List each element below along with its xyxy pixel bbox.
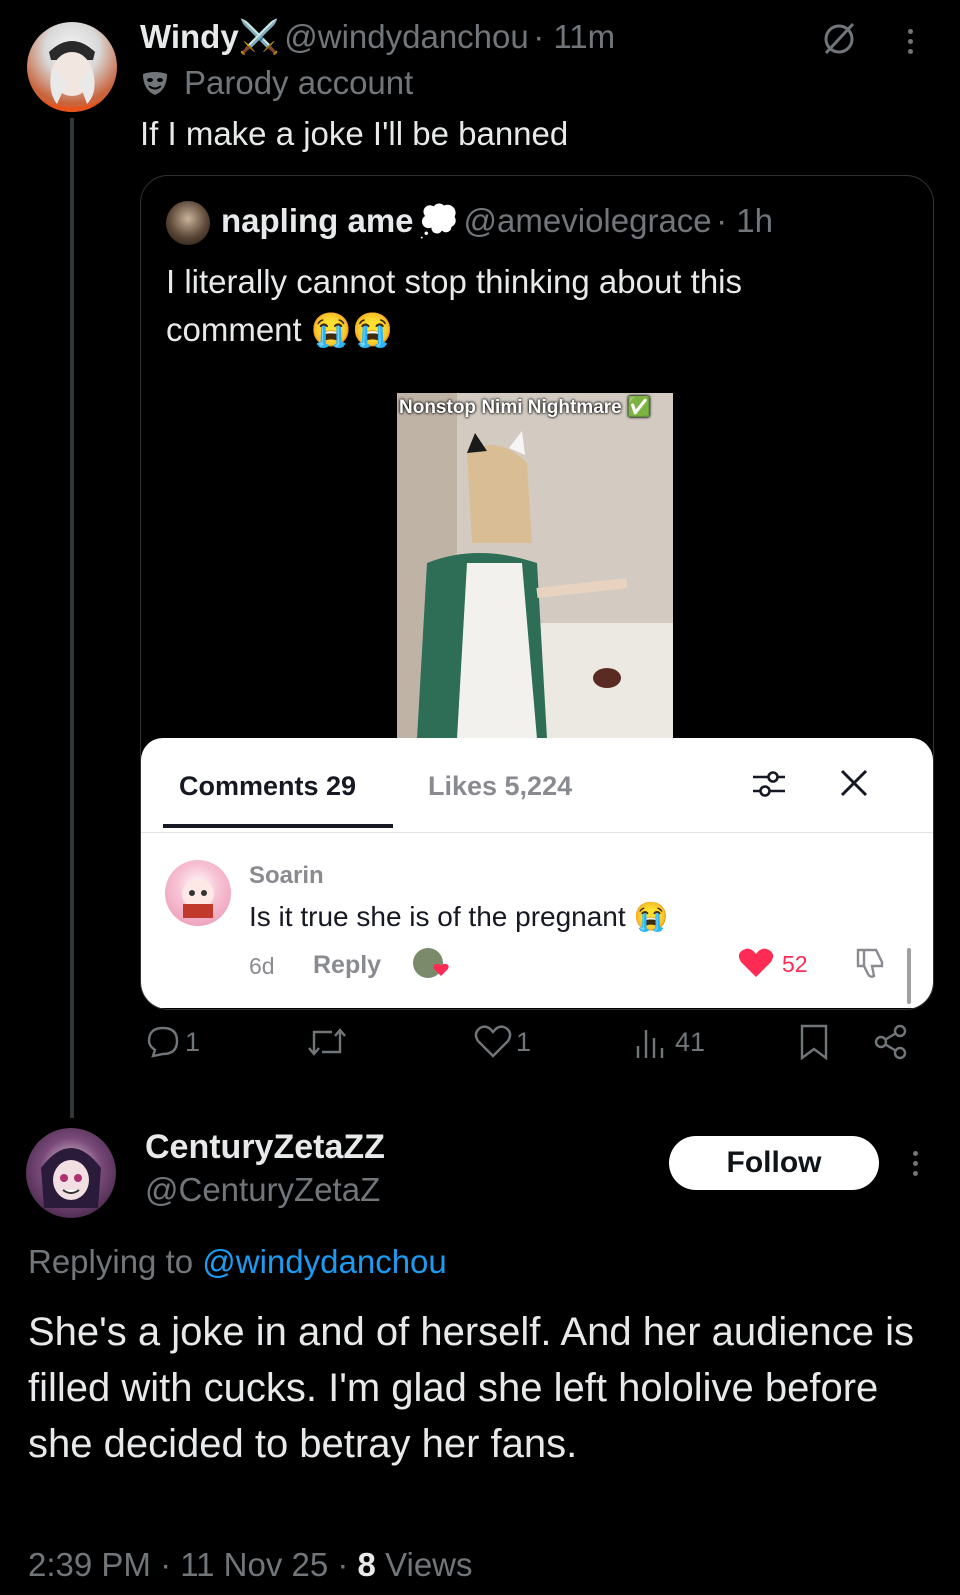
replying-handle-link[interactable]: @windydanchou xyxy=(202,1243,447,1280)
bookmark-action[interactable] xyxy=(798,1022,830,1062)
author-emoji: ⚔️ xyxy=(238,18,280,55)
mask-icon xyxy=(143,72,167,95)
like-action[interactable]: 1 xyxy=(474,1022,531,1062)
reply-timestamp[interactable]: 2:39 PM · 11 Nov 25 · xyxy=(28,1546,358,1583)
replying-to: Replying to @windydanchou xyxy=(28,1243,447,1281)
parody-label: Parody account xyxy=(140,64,413,102)
tab-comments[interactable]: Comments 29 xyxy=(179,771,356,802)
reply-more-options-icon[interactable] xyxy=(913,1146,918,1181)
thought-bubble-emoji: 💭 xyxy=(418,202,460,239)
panel-scrollbar[interactable] xyxy=(907,948,911,1004)
tweet-header: Windy⚔️ @windydanchou · 11m xyxy=(140,18,615,57)
dislike-icon[interactable] xyxy=(854,946,888,985)
more-options-icon[interactable] xyxy=(908,24,913,59)
reply-action[interactable]: 1 xyxy=(145,1022,200,1062)
active-tab-indicator xyxy=(163,824,393,828)
comments-panel: Comments 29 Likes 5,224 Soarin Is it tru… xyxy=(141,738,933,1008)
avatar[interactable] xyxy=(27,22,117,112)
reply-count: 1 xyxy=(185,1026,201,1057)
replying-prefix: Replying to xyxy=(28,1243,203,1280)
like-count: 1 xyxy=(516,1026,532,1057)
reply-icon xyxy=(147,1026,179,1058)
tweet-time[interactable]: · 11m xyxy=(533,18,615,55)
quoted-header: napling ame 💭 @ameviolegrace · 1h xyxy=(221,202,773,241)
view-count: 41 xyxy=(675,1026,706,1057)
video-title: Nonstop Nimi Nightmare ✅ xyxy=(399,397,651,418)
reply-meta: 2:39 PM · 11 Nov 25 · 8 Views xyxy=(28,1546,473,1584)
comment-like-count: 52 xyxy=(782,951,808,977)
reply-views-label: Views xyxy=(375,1546,473,1583)
quoted-text-line1: I literally cannot stop thinking about t… xyxy=(166,263,743,300)
quoted-time: · 1h xyxy=(716,202,773,239)
like-heart-icon[interactable] xyxy=(738,947,774,984)
quoted-text: I literally cannot stop thinking about t… xyxy=(166,258,742,354)
quoted-tweet-card[interactable]: napling ame 💭 @ameviolegrace · 1h I lite… xyxy=(140,175,934,1010)
quoted-avatar[interactable] xyxy=(166,201,210,245)
author-handle[interactable]: @windydanchou xyxy=(284,18,529,55)
heart-icon xyxy=(474,1025,512,1058)
author-name[interactable]: Windy xyxy=(140,18,239,55)
follow-button[interactable]: Follow xyxy=(669,1136,879,1190)
thread-connector-line xyxy=(70,118,74,1118)
reply-author-handle[interactable]: @CenturyZetaZ xyxy=(145,1171,380,1209)
close-icon[interactable] xyxy=(839,768,869,803)
views-action[interactable]: 41 xyxy=(633,1022,705,1062)
reply-avatar[interactable] xyxy=(26,1128,116,1218)
quoted-author-handle[interactable]: @ameviolegrace xyxy=(464,202,712,239)
comment-reply-button[interactable]: Reply xyxy=(313,951,381,980)
commenter-avatar[interactable] xyxy=(165,860,231,926)
analytics-icon xyxy=(636,1030,664,1058)
reply-text: She's a joke in and of herself. And her … xyxy=(28,1310,914,1466)
retweet-icon xyxy=(308,1028,346,1056)
retweet-action[interactable] xyxy=(306,1022,348,1062)
grok-icon[interactable] xyxy=(820,20,858,63)
comment-age: 6d xyxy=(249,953,275,979)
comment-text: Is it true she is of the pregnant 😭 xyxy=(249,901,669,932)
creator-heart-icon xyxy=(433,963,449,982)
bookmark-icon xyxy=(800,1024,828,1061)
commenter-name[interactable]: Soarin xyxy=(249,862,324,890)
panel-divider xyxy=(141,832,933,833)
filter-icon[interactable] xyxy=(751,766,787,807)
reply-views-count: 8 xyxy=(357,1546,376,1583)
video-thumbnail[interactable]: Nonstop Nimi Nightmare ✅ xyxy=(397,393,673,739)
share-icon xyxy=(874,1024,907,1060)
reply-author-name[interactable]: CenturyZetaZZ xyxy=(145,1128,385,1167)
quoted-author-name[interactable]: napling ame xyxy=(221,202,414,239)
tweet-text: If I make a joke I'll be banned xyxy=(140,115,569,152)
share-action[interactable] xyxy=(872,1022,910,1062)
tab-likes[interactable]: Likes 5,224 xyxy=(428,771,572,802)
parody-account-text: Parody account xyxy=(184,64,414,101)
quoted-text-line2: comment 😭😭 xyxy=(166,311,394,348)
